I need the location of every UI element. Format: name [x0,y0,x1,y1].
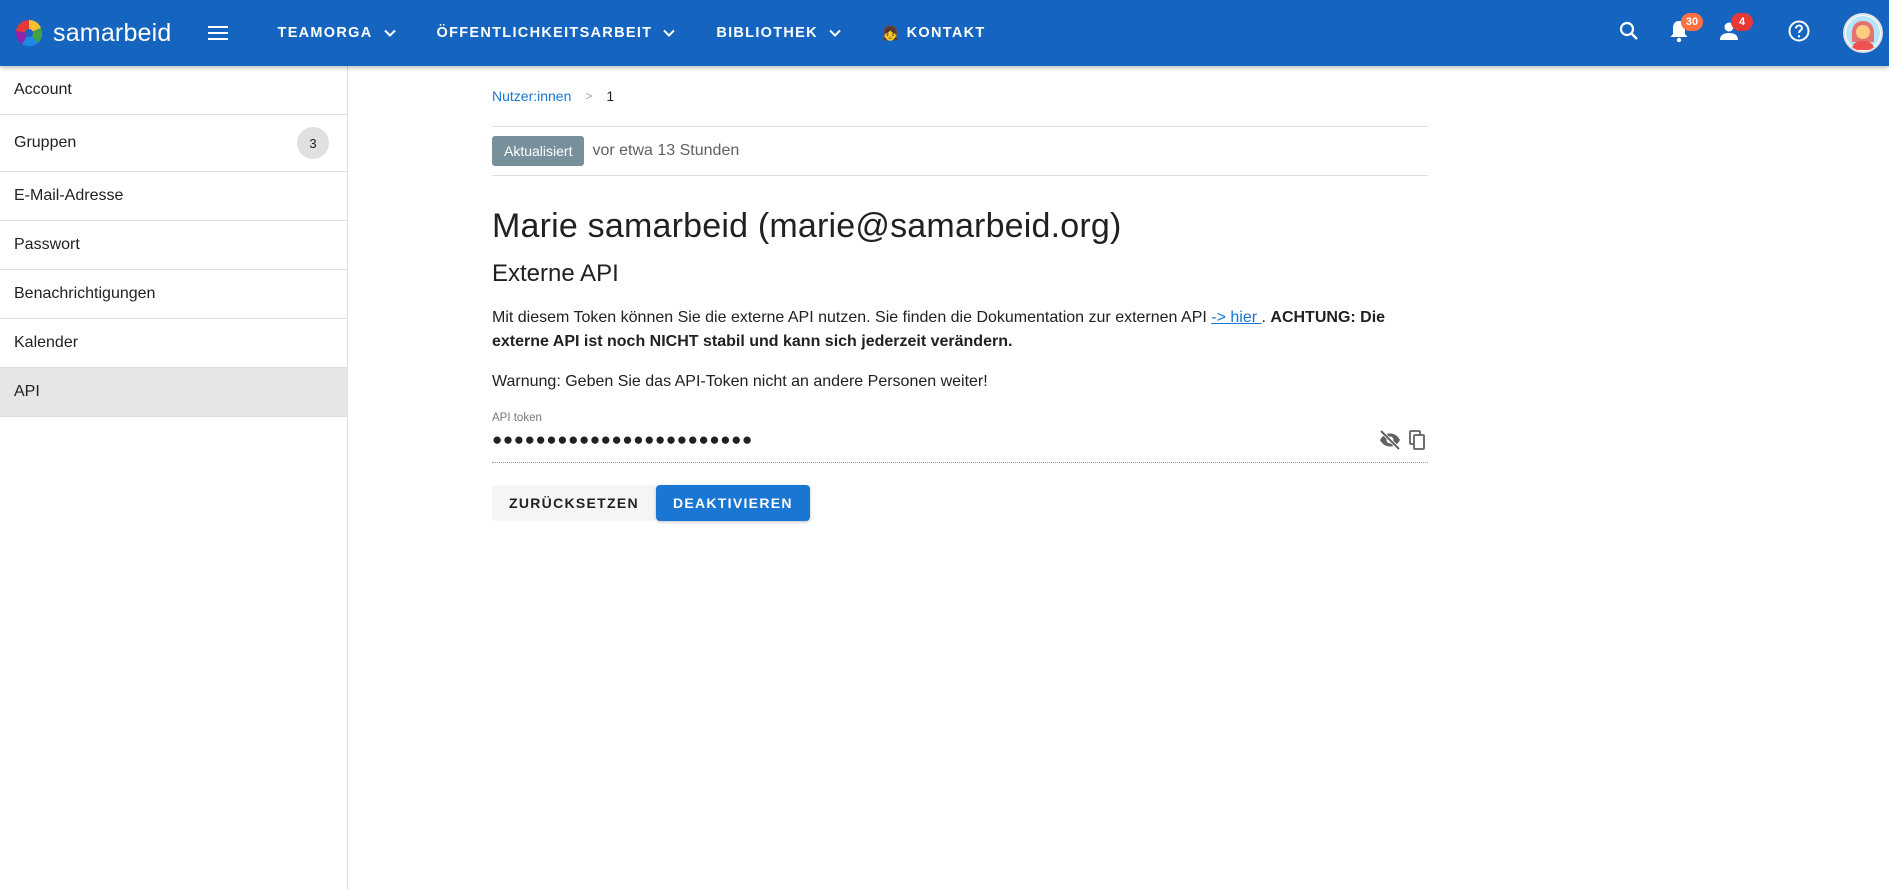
brand[interactable]: samarbeid [14,18,172,48]
chevron-down-icon [662,26,676,40]
deactivate-button[interactable]: Deaktivieren [655,485,810,521]
app-bar: samarbeid Teamorga Öffentlichkeitsarbeit… [0,0,1889,66]
page-title: Marie samarbeid (marie@samarbeid.org) [492,207,1122,245]
api-info-intro: Mit diesem Token können Sie die externe … [492,309,1212,326]
menu-icon[interactable] [207,21,232,45]
sidebar-item-label: Benachrichtigungen [14,285,156,302]
nav-kontakt[interactable]: 👧 Kontakt [862,0,1006,66]
girl-emoji-icon: 👧 [881,24,901,41]
groups-count-badge: 3 [297,127,329,159]
notifications-badge: 30 [1681,13,1703,31]
api-docs-link[interactable]: -> hier [1211,309,1261,326]
nav-oeffentlichkeitsarbeit[interactable]: Öffentlichkeitsarbeit [417,0,697,66]
api-info-text: Mit diesem Token können Sie die externe … [492,306,1428,354]
reset-button[interactable]: Zurücksetzen [492,485,656,521]
section-title: Externe API [492,260,619,287]
sidebar-item-label: Gruppen [14,134,77,151]
breadcrumb-separator: > [585,89,593,103]
sidebar-item-account[interactable]: Account [0,66,347,115]
visibility-off-icon[interactable] [1378,428,1402,452]
search-icon [1618,20,1640,47]
token-buttons: Zurücksetzen Deaktivieren [492,485,1428,521]
main-nav: Teamorga Öffentlichkeitsarbeit Bibliothe… [258,0,1006,66]
nav-teamorga-label: Teamorga [277,25,373,41]
api-token-label: API token [492,412,542,424]
api-token-value: ●●●●●●●●●●●●●●●●●●●●●●●● [492,430,753,449]
main-content: Nutzer:innen > 1 Aktualisiert vor etwa 1… [492,66,1428,521]
sidebar-item-label: E-Mail-Adresse [14,187,124,204]
status-badge: Aktualisiert [492,136,585,166]
sidebar-item-label: API [14,383,40,400]
token-actions [1378,428,1428,452]
breadcrumb-current: 1 [606,88,615,104]
user-avatar[interactable] [1843,13,1883,53]
sidebar-item-label: Account [14,81,72,98]
sidebar-item-api[interactable]: API [0,368,347,417]
sidebar-item-kalender[interactable]: Kalender [0,319,347,368]
nav-bibliothek[interactable]: Bibliothek [696,0,862,66]
nav-teamorga[interactable]: Teamorga [258,0,417,66]
samarbeid-logo-icon [14,18,44,48]
contacts-badge: 4 [1731,13,1753,31]
notifications-button[interactable]: 30 [1655,9,1703,57]
nav-oeffentlichkeitsarbeit-label: Öffentlichkeitsarbeit [436,25,653,41]
app-name: samarbeid [53,18,172,47]
sidebar-item-benachrichtigungen[interactable]: Benachrichtigungen [0,270,347,319]
token-warning: Warnung: Geben Sie das API-Token nicht a… [492,373,988,390]
status-timestamp: vor etwa 13 Stunden [592,142,740,159]
sidebar-item-email[interactable]: E-Mail-Adresse [0,172,347,221]
help-button[interactable] [1775,9,1823,57]
breadcrumb-link-nutzerinnen[interactable]: Nutzer:innen [492,88,571,104]
sidebar-item-passwort[interactable]: Passwort [0,221,347,270]
chevron-down-icon [828,26,842,40]
sidebar-item-label: Kalender [14,334,79,351]
status-row: Aktualisiert vor etwa 13 Stunden [492,127,1428,176]
help-icon [1787,19,1811,48]
contacts-button[interactable]: 4 [1705,9,1753,57]
nav-kontakt-label: Kontakt [906,25,986,41]
sidebar-item-label: Passwort [14,236,80,253]
appbar-actions: 30 4 [1605,0,1889,66]
search-button[interactable] [1605,9,1653,57]
settings-sidebar: Account Gruppen 3 E-Mail-Adresse Passwor… [0,66,348,890]
sidebar-item-gruppen[interactable]: Gruppen 3 [0,115,347,172]
copy-icon[interactable] [1408,429,1428,451]
chevron-down-icon [383,26,397,40]
nav-bibliothek-label: Bibliothek [716,25,818,41]
breadcrumb: Nutzer:innen > 1 [492,66,1428,127]
api-token-field[interactable]: API token ●●●●●●●●●●●●●●●●●●●●●●●● [492,412,1428,463]
